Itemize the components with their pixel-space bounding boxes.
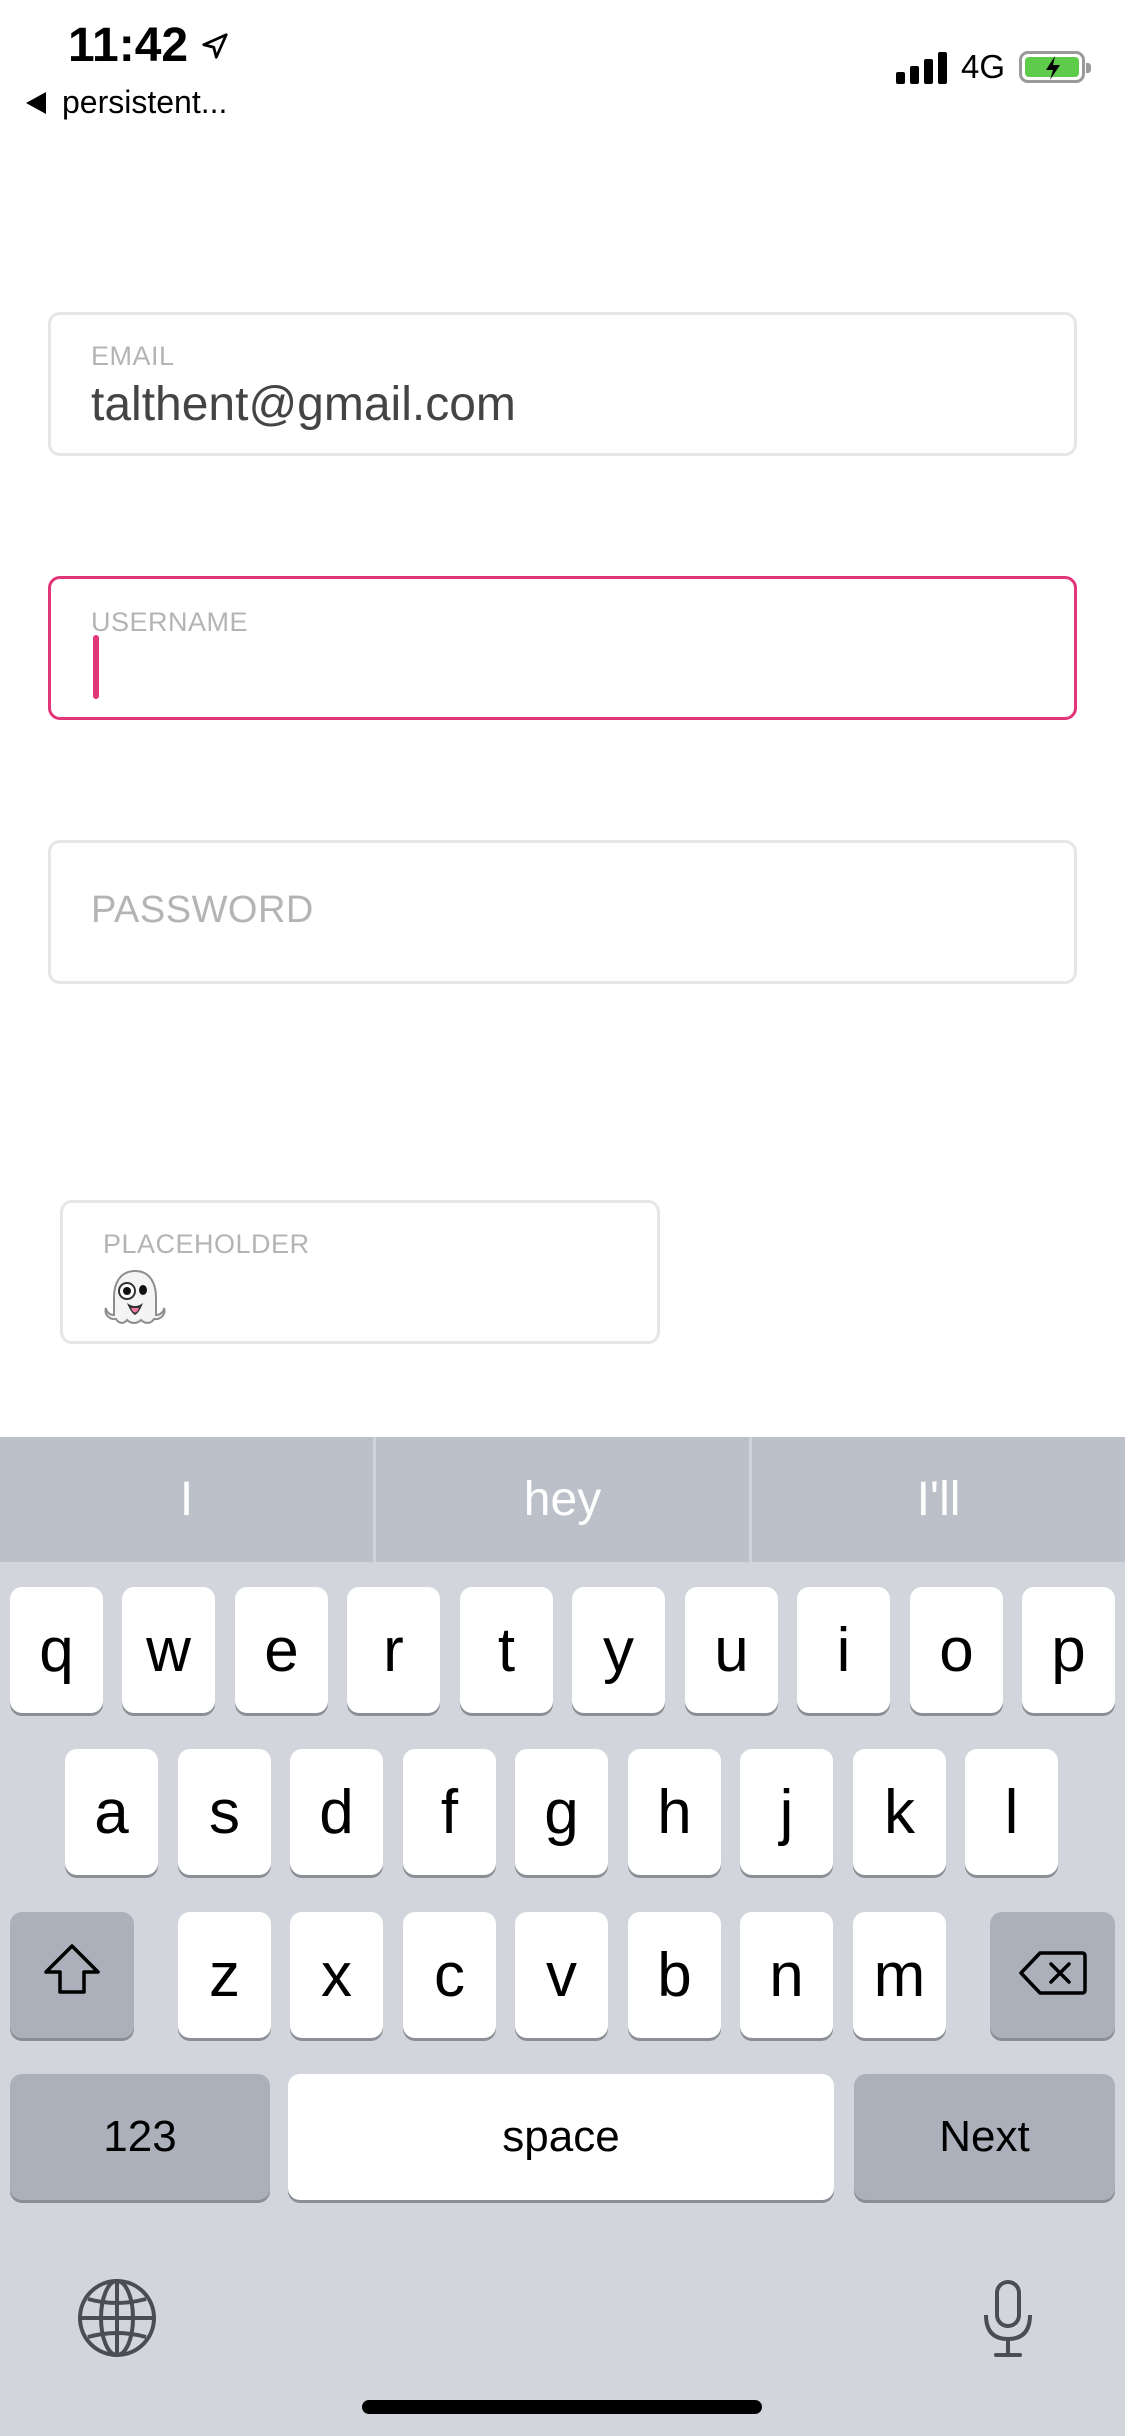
key-m[interactable]: m [853, 1912, 946, 2038]
delete-icon [1018, 1940, 1088, 2011]
battery-charging-icon [1019, 51, 1091, 83]
shift-icon [42, 1940, 102, 2011]
network-type: 4G [960, 48, 1005, 85]
email-field[interactable]: EMAIL talthent@gmail.com [48, 312, 1077, 456]
username-field[interactable]: USERNAME [48, 576, 1077, 720]
email-label: EMAIL [91, 341, 175, 371]
key-l[interactable]: l [965, 1749, 1058, 1875]
placeholder-field[interactable]: PLACEHOLDER [60, 1200, 660, 1344]
key-n[interactable]: n [740, 1912, 833, 2038]
key-t[interactable]: t [460, 1587, 553, 1713]
key-z[interactable]: z [178, 1912, 271, 2038]
password-field[interactable]: PASSWORD [48, 840, 1077, 984]
home-indicator[interactable] [362, 2400, 762, 2414]
key-y[interactable]: y [572, 1587, 665, 1713]
status-time: 11:42 [68, 18, 230, 73]
key-j[interactable]: j [740, 1749, 833, 1875]
key-x[interactable]: x [290, 1912, 383, 2038]
back-app-label: persistent... [62, 84, 228, 120]
status-time-text: 11:42 [68, 19, 189, 72]
key-c[interactable]: c [403, 1912, 496, 2038]
next-key[interactable]: Next [854, 2074, 1115, 2200]
key-e[interactable]: e [235, 1587, 328, 1713]
key-w[interactable]: w [122, 1587, 215, 1713]
suggestion-1[interactable]: I [0, 1437, 376, 1562]
status-indicators: 4G [895, 48, 1091, 86]
key-u[interactable]: u [685, 1587, 778, 1713]
cellular-signal-icon [895, 50, 947, 84]
placeholder-label: PLACEHOLDER [103, 1229, 310, 1259]
key-o[interactable]: o [910, 1587, 1003, 1713]
microphone-icon[interactable] [980, 2279, 1036, 2364]
ghost-emoji-icon [103, 1267, 167, 1332]
shift-key[interactable] [10, 1912, 134, 2038]
key-p[interactable]: p [1022, 1587, 1115, 1713]
key-b[interactable]: b [628, 1912, 721, 2038]
globe-icon[interactable] [76, 2277, 158, 2364]
key-h[interactable]: h [628, 1749, 721, 1875]
key-r[interactable]: r [347, 1587, 440, 1713]
key-q[interactable]: q [10, 1587, 103, 1713]
text-cursor [93, 635, 99, 699]
key-d[interactable]: d [290, 1749, 383, 1875]
suggestion-bar: I hey I'll [0, 1437, 1125, 1562]
keyboard: I hey I'll q w e r t y u i o p a s d f g… [0, 1437, 1125, 2436]
key-a[interactable]: a [65, 1749, 158, 1875]
key-i[interactable]: i [797, 1587, 890, 1713]
numbers-key[interactable]: 123 [10, 2074, 270, 2200]
delete-key[interactable] [990, 1912, 1115, 2038]
key-g[interactable]: g [515, 1749, 608, 1875]
key-k[interactable]: k [853, 1749, 946, 1875]
suggestion-3[interactable]: I'll [752, 1437, 1125, 1562]
username-label: USERNAME [91, 607, 249, 637]
back-to-app-link[interactable]: persistent... [26, 84, 227, 121]
location-arrow-icon [200, 18, 230, 73]
back-triangle-icon [26, 91, 46, 114]
suggestion-2[interactable]: hey [376, 1437, 752, 1562]
key-s[interactable]: s [178, 1749, 271, 1875]
key-v[interactable]: v [515, 1912, 608, 2038]
space-key[interactable]: space [288, 2074, 834, 2200]
password-placeholder: PASSWORD [91, 889, 314, 931]
key-f[interactable]: f [403, 1749, 496, 1875]
email-value: talthent@gmail.com [91, 378, 516, 431]
